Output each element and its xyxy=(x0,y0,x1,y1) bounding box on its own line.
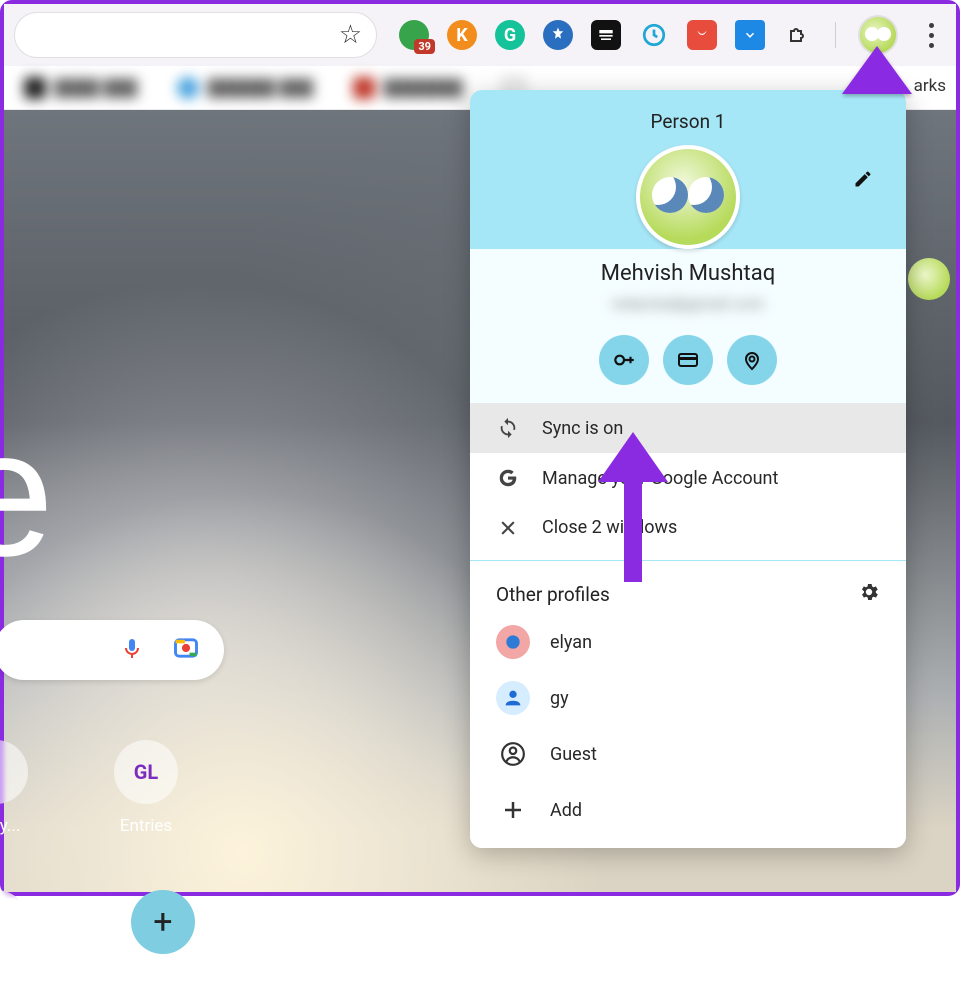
manage-account-menu-item[interactable]: Manage your Google Account xyxy=(470,453,906,503)
card-icon xyxy=(676,348,700,372)
profile-avatar-icon xyxy=(496,625,530,659)
profile-avatar-icon xyxy=(496,681,530,715)
extension-kami-icon[interactable]: K xyxy=(447,20,477,50)
sync-icon xyxy=(496,417,520,439)
add-profile-label: Add xyxy=(550,800,582,821)
pin-icon xyxy=(740,348,764,372)
profile-switch-item[interactable]: elyan xyxy=(470,614,906,670)
close-windows-menu-item[interactable]: Close 2 windows xyxy=(470,503,906,552)
addresses-chip[interactable] xyxy=(727,335,777,385)
add-shortcut-tile[interactable]: + Add shortcut xyxy=(114,890,212,986)
bg-avatar xyxy=(908,258,950,300)
profile-name: gy xyxy=(550,688,569,709)
guest-icon xyxy=(496,737,530,771)
extension-clockify-icon[interactable] xyxy=(639,20,669,50)
other-profiles-header: Other profiles xyxy=(496,583,610,606)
gear-icon xyxy=(858,581,880,603)
browser-toolbar: ☆ 39 K G xyxy=(4,4,956,66)
edit-profile-button[interactable] xyxy=(846,162,880,196)
google-logo-fragment: e xyxy=(0,390,48,597)
profile-user-name: Mehvish Mushtaq xyxy=(470,261,906,286)
extension-keeper-icon[interactable]: 39 xyxy=(399,20,429,50)
shortcut-label: Add shortcut xyxy=(114,966,212,986)
close-icon xyxy=(496,518,520,538)
extension-monkey-icon[interactable] xyxy=(591,20,621,50)
profile-chip-label: Person 1 xyxy=(470,110,906,133)
shortcut-tile[interactable]: GL Entries xyxy=(114,740,178,836)
guest-label: Guest xyxy=(550,744,597,765)
shortcut-tile[interactable]: e My... xyxy=(0,740,28,836)
extension-plus-icon[interactable] xyxy=(543,20,573,50)
pencil-icon xyxy=(853,169,873,189)
voice-search-icon[interactable] xyxy=(120,633,144,667)
profile-avatar-large xyxy=(636,145,740,249)
shortcut-tile[interactable] xyxy=(0,890,28,966)
close-windows-label: Close 2 windows xyxy=(542,517,677,538)
chrome-menu-button[interactable] xyxy=(916,23,946,48)
key-icon xyxy=(611,347,637,373)
add-profile-item[interactable]: Add xyxy=(470,782,906,838)
extensions-puzzle-icon[interactable] xyxy=(783,20,813,50)
shortcut-label: e My... xyxy=(0,816,28,836)
manage-profiles-button[interactable] xyxy=(858,581,880,608)
profile-menu-popup: Person 1 Mehvish Mushtaq redacted@gmail.… xyxy=(470,90,906,848)
google-g-icon xyxy=(496,467,520,489)
sync-menu-item[interactable]: Sync is on xyxy=(470,403,906,453)
extensions-strip: 39 K G xyxy=(377,15,946,55)
profile-user-email: redacted@gmail.com xyxy=(470,294,906,313)
passwords-chip[interactable] xyxy=(599,335,649,385)
profile-name: elyan xyxy=(550,632,592,653)
plus-icon xyxy=(496,793,530,827)
payment-chip[interactable] xyxy=(663,335,713,385)
search-box[interactable] xyxy=(0,620,224,680)
manage-account-label: Manage your Google Account xyxy=(542,468,778,489)
bookmark-star-icon[interactable]: ☆ xyxy=(339,20,362,50)
omnibox[interactable]: ☆ xyxy=(14,12,377,58)
guest-profile-item[interactable]: Guest xyxy=(470,726,906,782)
profile-menu-header: Person 1 xyxy=(470,90,906,249)
sync-label: Sync is on xyxy=(542,418,623,439)
profile-avatar-button[interactable] xyxy=(858,15,898,55)
shortcut-label: Entries xyxy=(114,816,178,836)
lens-search-icon[interactable] xyxy=(172,634,200,666)
extension-grammarly-icon[interactable]: G xyxy=(495,20,525,50)
bookmarks-overflow-label[interactable]: arks xyxy=(914,76,946,96)
extension-download-icon[interactable] xyxy=(735,20,765,50)
extension-red-icon[interactable] xyxy=(687,20,717,50)
extension-badge: 39 xyxy=(414,39,435,54)
profile-switch-item[interactable]: gy xyxy=(470,670,906,726)
